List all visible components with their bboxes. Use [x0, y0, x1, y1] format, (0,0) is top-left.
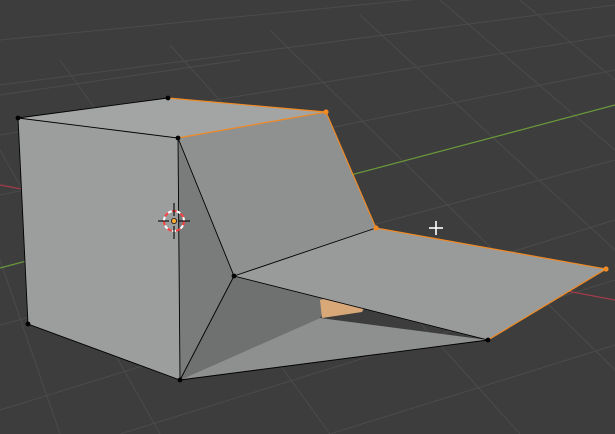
vertex[interactable] [165, 95, 171, 101]
vertex[interactable] [485, 337, 491, 343]
vertex[interactable] [177, 377, 183, 383]
crosshair-cursor-icon [429, 221, 443, 235]
grid-line [359, 14, 615, 251]
grid-line [519, 0, 615, 81]
selected-vertex[interactable] [323, 109, 329, 115]
selected-vertex[interactable] [373, 225, 379, 231]
vertex[interactable] [175, 135, 181, 141]
vertex[interactable] [231, 273, 237, 279]
viewport-canvas[interactable] [0, 0, 615, 434]
vertex[interactable] [25, 321, 31, 327]
grid-line [0, 4, 615, 86]
3d-viewport[interactable] [0, 0, 615, 434]
mesh[interactable] [18, 98, 606, 380]
mesh-face-front[interactable] [18, 118, 180, 380]
object-origin-icon [171, 218, 177, 224]
grid-line [329, 344, 615, 434]
selected-vertex[interactable] [603, 266, 609, 272]
grid-line [0, 0, 416, 41]
grid-line [0, 59, 241, 96]
vertex[interactable] [15, 115, 21, 121]
